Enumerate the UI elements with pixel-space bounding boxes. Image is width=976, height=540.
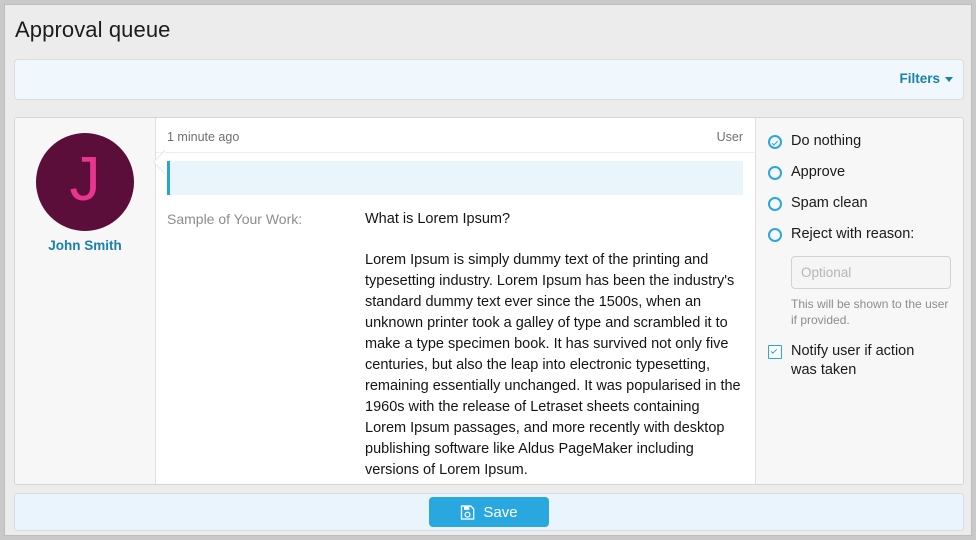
save-button-label: Save [483, 503, 518, 521]
chevron-down-icon [945, 77, 953, 82]
radio-icon[interactable] [768, 228, 782, 242]
filters-dropdown-button[interactable]: Filters [899, 71, 953, 86]
avatar: J [36, 133, 134, 231]
highlighted-empty-field[interactable] [167, 161, 743, 195]
submission-content: 1 minute ago User Sample of Your Work: W… [156, 118, 755, 484]
app-window: Approval queue Filters J John Smith 1 mi… [4, 4, 972, 536]
submission-role: User [716, 130, 743, 144]
submission-timestamp: 1 minute ago [167, 130, 240, 144]
radio-option-reject-with-reason[interactable]: Reject with reason: [768, 225, 951, 244]
author-name-link[interactable]: John Smith [15, 238, 155, 253]
radio-icon[interactable] [768, 197, 782, 211]
notify-user-label: Notify user if action was taken [791, 343, 915, 378]
notify-user-checkbox-row[interactable]: Notify user if action was taken [768, 342, 951, 380]
bubble-notch [154, 151, 165, 173]
filters-bar: Filters [14, 59, 964, 100]
sample-heading: What is Lorem Ipsum? [365, 211, 511, 227]
reject-reason-input[interactable] [791, 256, 951, 289]
radio-label: Spam clean [791, 195, 868, 211]
radio-option-spam-clean[interactable]: Spam clean [768, 194, 951, 213]
sample-field-value: What is Lorem Ipsum? Lorem Ipsum is simp… [365, 209, 743, 481]
reject-reason-hint: This will be shown to the user if provid… [791, 297, 949, 327]
footer-bar: Save [14, 493, 964, 531]
page-title: Approval queue [15, 17, 171, 42]
radio-label: Approve [791, 164, 846, 180]
avatar-initial: J [69, 145, 101, 214]
sample-field-label: Sample of Your Work: [167, 211, 303, 227]
submission-meta: 1 minute ago User [156, 118, 755, 153]
approval-item-card: J John Smith 1 minute ago User Sample of… [14, 117, 964, 485]
actions-panel: Do nothing Approve Spam clean Reject wit… [755, 118, 963, 484]
radio-option-do-nothing[interactable]: Do nothing [768, 132, 951, 151]
sample-field-row: Sample of Your Work: What is Lorem Ipsum… [156, 195, 755, 481]
checkbox-icon-checked[interactable] [768, 345, 782, 359]
radio-label: Do nothing [791, 133, 862, 149]
save-button[interactable]: Save [429, 497, 549, 527]
author-column: J John Smith [15, 118, 165, 484]
radio-option-approve[interactable]: Approve [768, 163, 951, 182]
save-floppy-icon [461, 504, 475, 520]
filters-label: Filters [899, 71, 940, 86]
radio-label: Reject with reason: [791, 226, 915, 242]
radio-icon-selected[interactable] [768, 135, 782, 149]
sample-body: Lorem Ipsum is simply dummy text of the … [365, 252, 741, 478]
radio-icon[interactable] [768, 166, 782, 180]
